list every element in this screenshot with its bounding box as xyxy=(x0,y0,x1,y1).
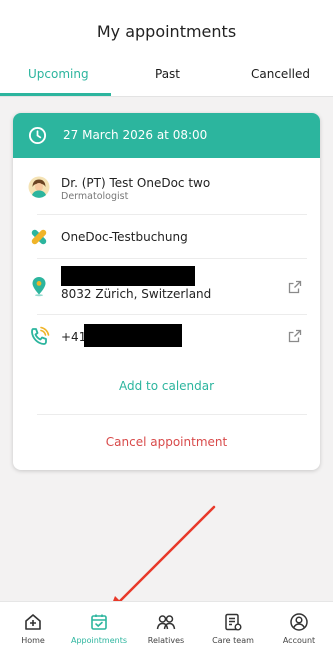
service-name: OneDoc-Testbuchung xyxy=(61,230,188,244)
relatives-icon xyxy=(156,615,176,630)
tab-cancelled[interactable]: Cancelled xyxy=(251,67,310,81)
active-tab-indicator xyxy=(0,93,111,96)
external-link-icon[interactable] xyxy=(288,329,302,343)
divider xyxy=(37,414,307,415)
redacted-address-line xyxy=(61,266,195,286)
nav-item-home[interactable]: Home xyxy=(0,612,66,652)
phone-icon xyxy=(31,326,50,345)
nav-item-account[interactable]: Account xyxy=(266,612,332,652)
nav-item-label: Account xyxy=(282,636,316,645)
nav-item-appointments[interactable]: Appointments xyxy=(66,612,132,652)
external-link-icon[interactable] xyxy=(288,280,302,294)
nav-item-label: Appointments xyxy=(70,636,128,645)
tab-upcoming[interactable]: Upcoming xyxy=(28,67,89,81)
doctor-specialty: Dermatologist xyxy=(61,191,129,202)
add-to-calendar-button[interactable]: Add to calendar xyxy=(13,379,320,393)
care-team-icon xyxy=(225,613,242,631)
nav-item-label: Relatives xyxy=(147,636,185,645)
bandage-icon xyxy=(31,229,47,245)
appointment-card: 27 March 2026 at 08:00 Dr. (PT) Test One… xyxy=(13,113,320,470)
bottom-navigation: Home Appointments Relatives Care team Ac… xyxy=(0,601,333,661)
clock-icon xyxy=(28,126,47,145)
tab-past[interactable]: Past xyxy=(155,67,180,81)
doctor-name: Dr. (PT) Test OneDoc two xyxy=(61,176,211,190)
appointment-card-header: 27 March 2026 at 08:00 xyxy=(13,113,320,158)
divider xyxy=(37,214,307,215)
location-pin-icon xyxy=(32,277,46,297)
account-icon xyxy=(290,613,308,631)
doctor-avatar-icon xyxy=(28,176,50,198)
nav-item-label: Home xyxy=(21,636,45,645)
nav-item-care-team[interactable]: Care team xyxy=(200,612,266,652)
page-title: My appointments xyxy=(96,22,237,41)
redacted-phone-number xyxy=(84,324,182,347)
divider xyxy=(37,314,307,315)
cancel-appointment-button[interactable]: Cancel appointment xyxy=(13,435,320,449)
appointment-datetime: 27 March 2026 at 08:00 xyxy=(63,128,208,142)
app-header: My appointments Upcoming Past Cancelled xyxy=(0,0,333,97)
address-city-line: 8032 Zürich, Switzerland xyxy=(61,287,212,301)
phone-prefix[interactable]: +41 xyxy=(61,330,86,344)
nav-item-relatives[interactable]: Relatives xyxy=(133,612,199,652)
calendar-check-icon xyxy=(91,614,107,630)
nav-item-label: Care team xyxy=(212,636,254,645)
divider xyxy=(37,258,307,259)
home-icon xyxy=(25,614,41,630)
